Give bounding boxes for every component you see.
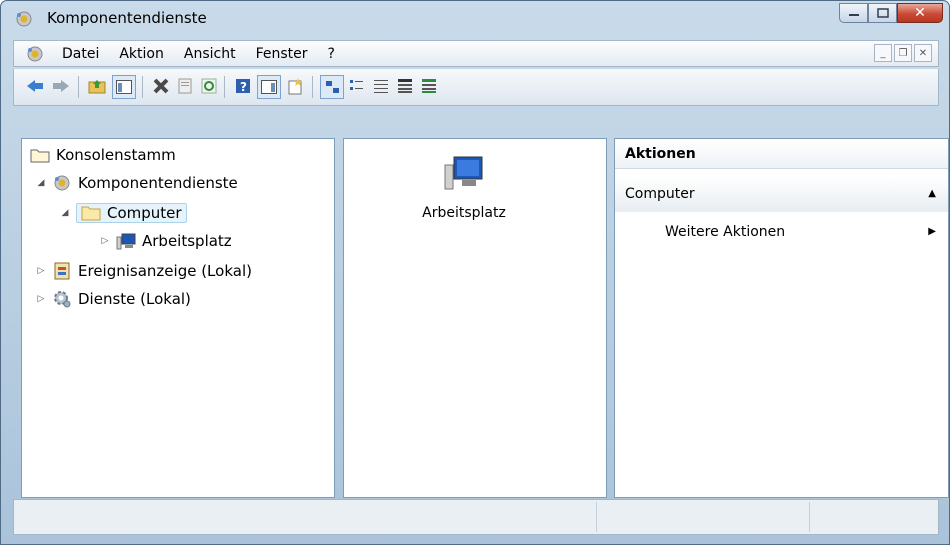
- content-pane[interactable]: Arbeitsplatz: [343, 138, 607, 498]
- collapse-arrow-icon[interactable]: ▲: [928, 176, 936, 212]
- menu-help[interactable]: ?: [328, 46, 335, 62]
- content-item-label: Arbeitsplatz: [422, 205, 506, 221]
- actions-pane: Aktionen Computer ▲ Weitere Aktionen ▶: [614, 138, 949, 498]
- menu-datei[interactable]: Datei: [62, 46, 99, 62]
- folder-icon: [30, 146, 50, 164]
- property-view-icon[interactable]: [418, 75, 440, 97]
- event-viewer-icon: [52, 262, 72, 280]
- list-view-icon[interactable]: [370, 75, 392, 97]
- small-icons-view-icon[interactable]: [346, 75, 368, 97]
- computer-icon: [116, 232, 136, 250]
- content-item-arbeitsplatz[interactable]: Arbeitsplatz: [404, 155, 524, 221]
- mdi-close-button[interactable]: ✕: [914, 44, 932, 62]
- close-icon: ✕: [914, 5, 926, 21]
- menu-aktion[interactable]: Aktion: [119, 46, 164, 62]
- computer-icon: [444, 155, 484, 195]
- forward-icon[interactable]: [50, 75, 72, 97]
- menu-bar: Datei Aktion Ansicht Fenster ? _ ❐ ✕: [13, 40, 939, 67]
- folder-icon: [81, 204, 101, 222]
- window-title: Komponentendienste: [47, 9, 207, 27]
- tree-item-computer[interactable]: ◢ Computer: [60, 201, 187, 225]
- menu-fenster[interactable]: Fenster: [256, 46, 308, 62]
- actions-section-computer[interactable]: Computer ▲: [615, 176, 948, 212]
- properties-icon[interactable]: [174, 75, 196, 97]
- svg-text:?: ?: [240, 80, 247, 94]
- tree-item-selected: Computer: [76, 203, 187, 223]
- tree-item-label: Komponentendienste: [78, 174, 238, 192]
- console-tree[interactable]: Konsolenstamm ◢ Komponentendienste ◢ Com…: [21, 138, 335, 498]
- show-hide-action-pane-icon[interactable]: [257, 75, 281, 99]
- actions-header: Aktionen: [615, 139, 948, 169]
- delete-icon[interactable]: [150, 75, 172, 97]
- tree-item-dienste[interactable]: ▷ Dienste (Lokal): [36, 287, 191, 311]
- new-item-icon[interactable]: [284, 75, 306, 97]
- action-label: Weitere Aktionen: [665, 224, 786, 240]
- tree-root-label: Konsolenstamm: [56, 146, 176, 164]
- tree-item-label: Arbeitsplatz: [142, 232, 232, 250]
- actions-section-label: Computer: [625, 186, 695, 202]
- mdi-minimize-button[interactable]: _: [874, 44, 892, 62]
- component-services-icon: [15, 10, 33, 28]
- detail-view-icon[interactable]: [394, 75, 416, 97]
- tree-item-ereignisanzeige[interactable]: ▷ Ereignisanzeige (Lokal): [36, 259, 252, 283]
- expand-icon[interactable]: ▷: [36, 294, 46, 304]
- back-icon[interactable]: [24, 75, 46, 97]
- caption-buttons: ✕: [839, 3, 943, 25]
- close-button[interactable]: ✕: [897, 3, 943, 23]
- collapse-icon[interactable]: ◢: [36, 178, 46, 188]
- tree-item-arbeitsplatz[interactable]: ▷ Arbeitsplatz: [100, 229, 232, 253]
- collapse-icon[interactable]: ◢: [60, 208, 70, 218]
- help-icon[interactable]: ?: [232, 75, 254, 97]
- component-services-icon[interactable]: [26, 45, 44, 63]
- component-services-icon: [52, 174, 72, 192]
- app-window: Komponentendienste ✕ Datei Aktion Ansich…: [0, 0, 950, 545]
- toolbar: ?: [13, 69, 939, 106]
- minimize-button[interactable]: [839, 3, 868, 23]
- main-panes: Konsolenstamm ◢ Komponentendienste ◢ Com…: [21, 138, 949, 498]
- expand-icon[interactable]: ▷: [100, 236, 110, 246]
- action-weitere-aktionen[interactable]: Weitere Aktionen ▶: [615, 215, 948, 249]
- menu-ansicht[interactable]: Ansicht: [184, 46, 236, 62]
- show-hide-console-tree-icon[interactable]: [112, 75, 136, 99]
- submenu-arrow-icon: ▶: [928, 226, 936, 237]
- up-folder-icon[interactable]: [86, 75, 108, 97]
- mdi-restore-button[interactable]: ❐: [894, 44, 912, 62]
- refresh-icon[interactable]: [198, 75, 220, 97]
- maximize-button[interactable]: [868, 3, 897, 23]
- services-gear-icon: [52, 290, 72, 308]
- tree-item-label: Dienste (Lokal): [78, 290, 191, 308]
- expand-icon[interactable]: ▷: [36, 266, 46, 276]
- large-icons-view-icon[interactable]: [320, 75, 344, 99]
- tree-item-label: Computer: [107, 204, 182, 222]
- tree-root[interactable]: Konsolenstamm: [30, 143, 176, 167]
- tree-item-label: Ereignisanzeige (Lokal): [78, 262, 252, 280]
- title-bar[interactable]: Komponentendienste ✕: [1, 1, 949, 36]
- status-bar: [13, 499, 939, 535]
- tree-item-komponentendienste[interactable]: ◢ Komponentendienste: [36, 171, 238, 195]
